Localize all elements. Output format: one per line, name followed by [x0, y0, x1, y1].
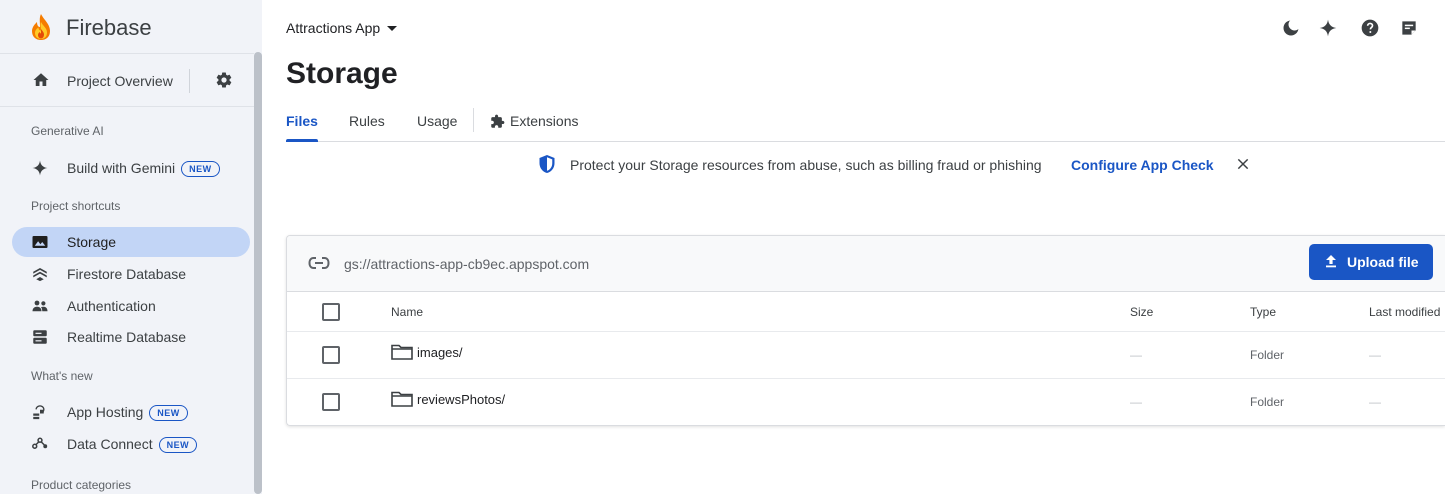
close-icon[interactable]: [1235, 156, 1251, 172]
gemini-sparkle-icon: [32, 160, 48, 176]
app-check-banner: Protect your Storage resources from abus…: [262, 150, 1445, 180]
sidebar-item-label: Realtime Database: [67, 329, 187, 345]
dark-mode-icon[interactable]: [1281, 18, 1301, 38]
image-icon: [32, 236, 48, 248]
tab-files[interactable]: Files: [286, 113, 318, 129]
firebase-logo-icon: [32, 14, 50, 40]
tab-extensions-label: Extensions: [510, 113, 579, 129]
brand[interactable]: Firebase: [0, 0, 254, 54]
release-notes-icon[interactable]: [1399, 18, 1419, 38]
sidebar-item-label: Storage: [67, 234, 117, 250]
folder-icon: [391, 344, 413, 360]
home-icon: [33, 73, 49, 86]
new-badge: NEW: [181, 161, 220, 177]
extensions-icon: [491, 114, 505, 128]
column-last-modified[interactable]: Last modified: [1369, 305, 1440, 319]
data-connect-icon: [32, 437, 48, 449]
sidebar-item-realtime-database[interactable]: Realtime Database: [12, 322, 250, 352]
file-size: —: [1130, 348, 1142, 362]
sidebar-item-label: Build with Gemini: [67, 160, 176, 176]
folder-icon: [391, 391, 413, 407]
section-generative-ai: Generative AI: [31, 124, 104, 138]
file-last-modified: —: [1369, 348, 1381, 362]
sidebar-item-data-connect[interactable]: Data Connect NEW: [12, 429, 250, 459]
page-title: Storage: [286, 57, 398, 90]
active-tab-indicator: [286, 139, 318, 142]
file-last-modified: —: [1369, 395, 1381, 409]
new-badge: NEW: [149, 405, 188, 421]
tab-usage[interactable]: Usage: [417, 113, 457, 129]
file-name[interactable]: images/: [417, 345, 463, 360]
project-overview-link[interactable]: Project Overview: [67, 73, 173, 89]
link-icon[interactable]: [308, 256, 330, 270]
bucket-header: gs://attractions-app-cb9ec.appspot.com U…: [287, 236, 1445, 292]
project-overview-row: Project Overview: [0, 55, 254, 107]
help-icon[interactable]: [1360, 18, 1380, 38]
sidebar-item-app-hosting[interactable]: App Hosting NEW: [12, 397, 250, 427]
column-name[interactable]: Name: [391, 305, 423, 319]
column-type[interactable]: Type: [1250, 305, 1276, 319]
row-checkbox[interactable]: [322, 393, 340, 411]
sidebar: Firebase Project Overview Generative AI …: [0, 0, 262, 494]
sidebar-item-label: Data Connect: [67, 436, 153, 452]
firebase-console: Firebase Project Overview Generative AI …: [0, 0, 1445, 494]
file-name[interactable]: reviewsPhotos/: [417, 392, 505, 407]
configure-app-check-link[interactable]: Configure App Check: [1071, 157, 1214, 173]
files-card: gs://attractions-app-cb9ec.appspot.com U…: [286, 235, 1445, 426]
upload-file-button[interactable]: Upload file: [1309, 244, 1433, 280]
sidebar-item-build-with-gemini[interactable]: Build with Gemini NEW: [12, 153, 250, 183]
project-selector[interactable]: Attractions App: [286, 20, 398, 36]
upload-file-label: Upload file: [1347, 254, 1419, 270]
app-hosting-icon: [33, 405, 45, 420]
people-icon: [32, 300, 48, 312]
sidebar-item-label: Firestore Database: [67, 266, 187, 282]
column-size[interactable]: Size: [1130, 305, 1153, 319]
file-type: Folder: [1250, 348, 1285, 362]
sidebar-item-storage[interactable]: Storage: [12, 227, 250, 257]
tab-bar: Files Rules Usage Extensions: [286, 106, 1445, 142]
section-project-shortcuts: Project shortcuts: [31, 199, 121, 213]
tab-rules[interactable]: Rules: [349, 113, 385, 129]
overview-divider: [189, 69, 190, 93]
gemini-sparkle-icon[interactable]: [1318, 18, 1338, 38]
sidebar-scrollbar[interactable]: [254, 52, 262, 494]
upload-icon: [1326, 255, 1336, 268]
gear-icon[interactable]: [215, 71, 233, 89]
firestore-icon: [33, 268, 47, 282]
section-whats-new: What's new: [31, 369, 93, 383]
file-size: —: [1130, 395, 1142, 409]
database-icon: [33, 330, 47, 344]
new-badge: NEW: [158, 437, 198, 453]
brand-name: Firebase: [66, 15, 152, 40]
bucket-url: gs://attractions-app-cb9ec.appspot.com: [344, 256, 590, 272]
shield-icon: [539, 155, 555, 173]
tab-extensions[interactable]: Extensions: [490, 113, 578, 129]
section-product-categories: Product categories: [31, 478, 132, 492]
banner-message: Protect your Storage resources from abus…: [570, 157, 1042, 173]
row-checkbox[interactable]: [322, 346, 340, 364]
sidebar-item-label: App Hosting: [67, 404, 144, 420]
project-name: Attractions App: [286, 20, 381, 36]
main-content: Attractions App Storage Files Rules Usag…: [262, 0, 1445, 494]
sidebar-item-firestore-database[interactable]: Firestore Database: [12, 259, 250, 289]
select-all-checkbox[interactable]: [322, 303, 340, 321]
chevron-down-icon: [387, 25, 398, 31]
table-row[interactable]: images/ — Folder —: [287, 332, 1445, 379]
tab-divider: [473, 108, 474, 132]
sidebar-item-authentication[interactable]: Authentication: [12, 291, 250, 321]
table-header: Name Size Type Last modified: [287, 292, 1445, 332]
table-row[interactable]: reviewsPhotos/ — Folder —: [287, 379, 1445, 425]
file-type: Folder: [1250, 395, 1285, 409]
sidebar-item-label: Authentication: [67, 298, 156, 314]
